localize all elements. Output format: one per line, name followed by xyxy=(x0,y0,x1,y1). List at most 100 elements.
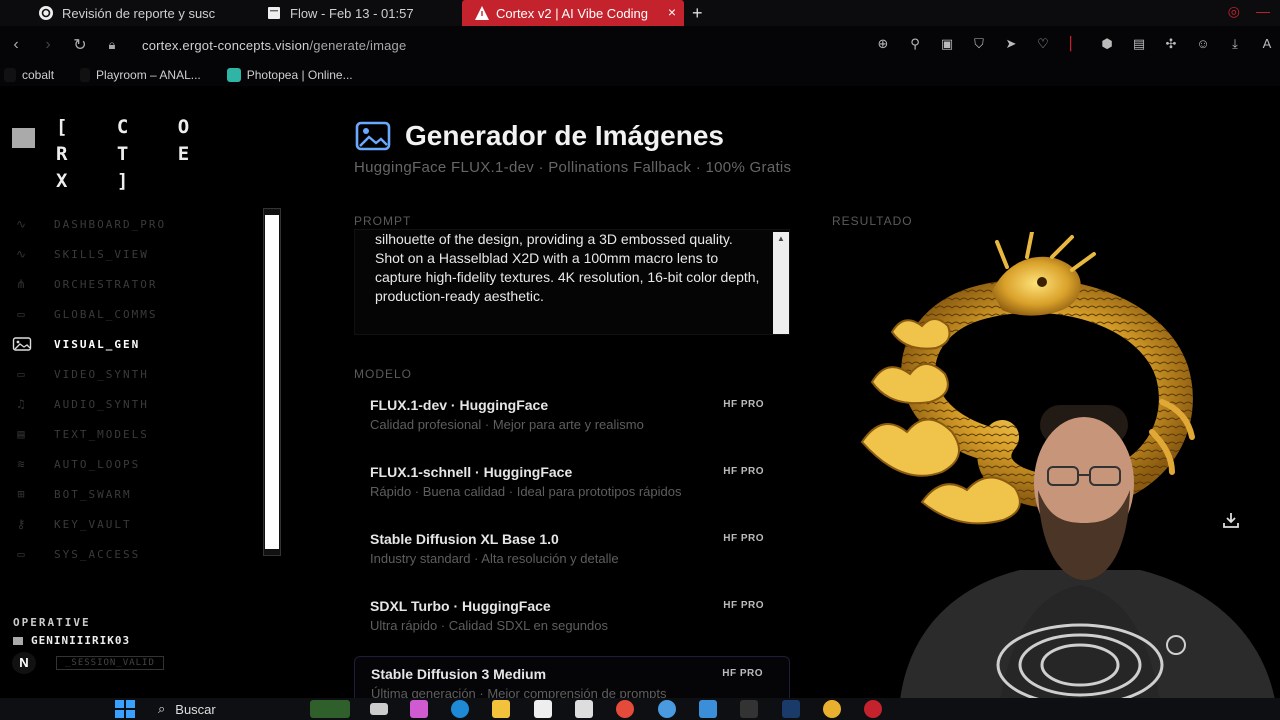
model-option-sdxl-turbo[interactable]: SDXL Turbo · HuggingFace Ultra rápido · … xyxy=(354,589,790,656)
hf-pro-badge: HF PRO xyxy=(722,668,763,679)
playroom-icon xyxy=(80,68,91,82)
prompt-scrollbar[interactable]: ▲ xyxy=(773,232,789,334)
zoom-icon[interactable]: ⊕ xyxy=(874,35,892,53)
model-name: FLUX.1-schnell · HuggingFace xyxy=(370,464,573,480)
edge-icon[interactable] xyxy=(451,700,469,718)
recording-icon[interactable] xyxy=(864,700,882,718)
model-option-flux-dev[interactable]: FLUX.1-dev · HuggingFace Calidad profesi… xyxy=(354,388,790,455)
bookmark-playroom[interactable]: Playroom – ANAL... xyxy=(80,68,201,82)
tab-label: Flow - Feb 13 - 01:57 xyxy=(290,5,414,21)
model-desc: Rápido · Buena calidad · Ideal para prot… xyxy=(370,484,682,499)
forward-icon[interactable]: › xyxy=(32,36,64,54)
sidebar-item-label: TEXT_MODELS xyxy=(54,427,149,441)
video-icon: ▭ xyxy=(17,367,27,381)
sidebar-item-label: GLOBAL_COMMS xyxy=(54,307,158,321)
sidebar-item-label: VISUAL_GEN xyxy=(54,337,141,351)
site-info-icon[interactable]: 🔒︎ xyxy=(96,37,128,53)
model-option-sdxl-base[interactable]: Stable Diffusion XL Base 1.0 Industry st… xyxy=(354,522,790,589)
file-explorer-icon[interactable] xyxy=(492,700,510,718)
presenter-webcam-overlay xyxy=(900,405,1275,700)
sidebar-item-label: AUDIO_SYNTH xyxy=(54,397,149,411)
address-bar-row: ‹ › ↻ 🔒︎ cortex.ergot-concepts.vision/ge… xyxy=(0,26,1280,64)
model-name: FLUX.1-dev · HuggingFace xyxy=(370,397,549,413)
sidebar-item-label: KEY_VAULT xyxy=(54,517,132,531)
close-tab-icon[interactable]: × xyxy=(668,4,676,20)
image-icon xyxy=(355,121,391,151)
sidebar-item-video-synth[interactable]: ▭ VIDEO_SYNTH xyxy=(12,359,166,389)
copilot-app-icon[interactable] xyxy=(410,700,428,718)
copilot-icon[interactable]: ◎ xyxy=(1228,3,1240,20)
sidebar-item-global-comms[interactable]: ▭ GLOBAL_COMMS xyxy=(12,299,166,329)
bookmark-cobalt[interactable]: cobalt xyxy=(4,68,54,82)
user-line: GENINIIIRIK03 xyxy=(13,634,130,647)
minimize-icon[interactable]: — xyxy=(1256,3,1270,20)
browser-tab-bar: Revisión de reporte y susc Flow - Feb 13… xyxy=(0,0,1280,26)
notepad-icon[interactable] xyxy=(534,700,552,718)
model-option-flux-schnell[interactable]: FLUX.1-schnell · HuggingFace Rápido · Bu… xyxy=(354,455,790,522)
sidebar-item-orchestrator[interactable]: ⋔ ORCHESTRATOR xyxy=(12,269,166,299)
chrome-canary-icon[interactable] xyxy=(823,700,841,718)
search-label: Buscar xyxy=(175,701,216,717)
scrollbar-thumb[interactable] xyxy=(265,215,279,549)
url-field[interactable]: cortex.ergot-concepts.vision/generate/im… xyxy=(142,38,406,53)
logo-mark xyxy=(12,128,35,148)
session-badge: _SESSION_VALID xyxy=(56,656,164,670)
hf-pro-badge: HF PRO xyxy=(723,399,764,410)
sidebar-item-dashboard-pro[interactable]: ∿ DASHBOARD_PRO xyxy=(12,209,166,239)
bot-icon: ⊞ xyxy=(17,487,27,501)
sidebar-item-label: SYS_ACCESS xyxy=(54,547,141,561)
model-option-sd3-medium[interactable]: Stable Diffusion 3 Medium Última generac… xyxy=(354,656,790,704)
extension-box-icon[interactable]: ▤ xyxy=(1130,35,1148,53)
sidebar-item-label: VIDEO_SYNTH xyxy=(54,367,149,381)
puzzle-icon[interactable]: ✣ xyxy=(1162,35,1180,53)
scroll-up-icon[interactable]: ▲ xyxy=(777,234,785,243)
store-icon[interactable] xyxy=(575,700,593,718)
arrow-app-icon[interactable] xyxy=(782,700,800,718)
profile-icon[interactable]: ☺ xyxy=(1194,35,1212,53)
heart-icon[interactable]: ♡ xyxy=(1034,35,1052,53)
terminal-icon[interactable] xyxy=(740,700,758,718)
pin-icon[interactable]: ⚲ xyxy=(906,35,924,53)
chrome-icon[interactable] xyxy=(616,700,634,718)
sidebar-item-label: SKILLS_VIEW xyxy=(54,247,149,261)
sidebar-item-visual-gen[interactable]: VISUAL_GEN xyxy=(12,329,166,359)
download-icon[interactable]: ⤓ xyxy=(1226,35,1244,53)
model-desc: Calidad profesional · Mejor para arte y … xyxy=(370,417,644,432)
bookmark-label: Playroom – ANAL... xyxy=(96,68,201,82)
taskview-icon[interactable] xyxy=(370,703,388,715)
sidebar-item-sys-access[interactable]: ▭ SYS_ACCESS xyxy=(12,539,166,569)
back-icon[interactable]: ‹ xyxy=(0,36,32,54)
sidebar-item-key-vault[interactable]: ⚷ KEY_VAULT xyxy=(12,509,166,539)
url-path: /generate/image xyxy=(309,37,407,53)
model-label: MODELO xyxy=(354,367,413,381)
ai-icon[interactable]: A xyxy=(1258,35,1276,53)
bookmark-photopea[interactable]: Photopea | Online... xyxy=(226,68,353,82)
new-tab-button[interactable]: + xyxy=(692,3,703,24)
windows-start-icon[interactable] xyxy=(114,700,136,718)
sidebar-item-auto-loops[interactable]: ≋ AUTO_LOOPS xyxy=(12,449,166,479)
loop-icon: ≋ xyxy=(17,457,27,471)
tab-flow[interactable]: Flow - Feb 13 - 01:57 xyxy=(228,0,456,26)
prompt-textarea[interactable]: silhouette of the design, providing a 3D… xyxy=(354,229,790,335)
tab-revision[interactable]: Revisión de reporte y susc xyxy=(0,0,228,26)
cube-icon[interactable]: ⬢ xyxy=(1098,35,1116,53)
sidebar-item-skills-view[interactable]: ∿ SKILLS_VIEW xyxy=(12,239,166,269)
reload-icon[interactable]: ↻ xyxy=(64,35,96,55)
sidebar-scrollbar[interactable] xyxy=(263,208,281,556)
widgets-icon[interactable] xyxy=(310,700,350,718)
send-icon[interactable]: ➤ xyxy=(1002,35,1020,53)
page-header: Generador de Imágenes xyxy=(355,120,724,152)
nextjs-icon[interactable]: N xyxy=(12,652,36,674)
chat-app-icon[interactable] xyxy=(658,700,676,718)
screenshot-icon[interactable]: ▣ xyxy=(938,35,956,53)
sidebar-item-audio-synth[interactable]: ♫ AUDIO_SYNTH xyxy=(12,389,166,419)
sidebar-item-label: DASHBOARD_PRO xyxy=(54,217,167,231)
window-controls: ◎ — xyxy=(1228,3,1270,20)
photos-icon[interactable] xyxy=(699,700,717,718)
shield-icon[interactable]: ⛉ xyxy=(970,35,988,53)
activity-icon: ∿ xyxy=(15,247,29,261)
key-icon: ⚷ xyxy=(16,517,28,531)
sidebar-item-text-models[interactable]: ▤ TEXT_MODELS xyxy=(12,419,166,449)
tab-cortex[interactable]: Cortex v2 | AI Vibe Coding × xyxy=(462,0,684,26)
sidebar-item-bot-swarm[interactable]: ⊞ BOT_SWARM xyxy=(12,479,166,509)
